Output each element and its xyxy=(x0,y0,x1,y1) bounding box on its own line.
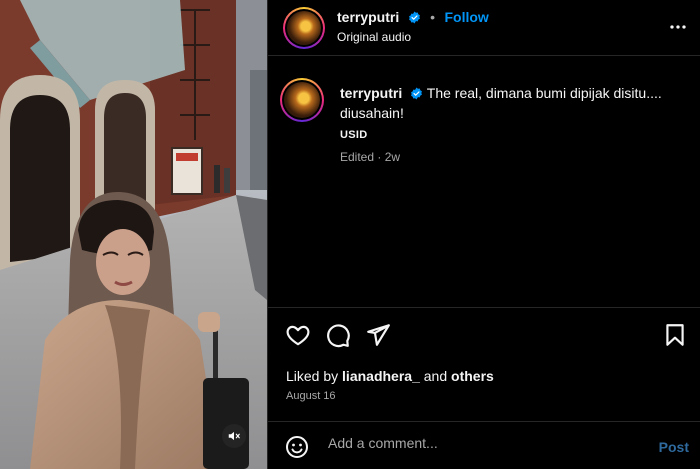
verified-badge-icon xyxy=(408,11,420,24)
caption-tag: USID xyxy=(340,129,368,141)
caption-meta: Edited · 2w xyxy=(340,150,400,164)
caption-username[interactable]: terryputri xyxy=(340,85,402,101)
edited-label: Edited xyxy=(340,150,375,164)
separator-dot: • xyxy=(430,9,436,25)
post-details-panel: terryputri • Follow Original audio terry… xyxy=(267,0,700,469)
post-comment-button[interactable]: Post xyxy=(659,439,689,455)
comment-input[interactable] xyxy=(328,435,628,451)
likes-summary: Liked by lianadhera_ and others xyxy=(286,368,494,384)
post-media-video[interactable] xyxy=(0,0,267,469)
liked-by-others-link[interactable]: others xyxy=(451,368,494,384)
comment-bar: Post xyxy=(268,422,700,469)
paper-plane-icon[interactable] xyxy=(365,322,391,348)
heart-icon[interactable] xyxy=(285,322,311,348)
follow-button[interactable]: Follow xyxy=(445,9,489,25)
liked-by-and: and xyxy=(423,368,448,384)
divider xyxy=(268,307,700,308)
emoji-icon[interactable] xyxy=(285,435,309,459)
author-line: terryputri • Follow xyxy=(337,9,489,27)
video-frame-image xyxy=(0,0,267,469)
more-options-icon[interactable] xyxy=(669,18,687,36)
bookmark-icon[interactable] xyxy=(662,322,688,348)
mute-toggle-button[interactable] xyxy=(222,424,246,448)
post-age[interactable]: 2w xyxy=(385,150,400,164)
author-avatar[interactable] xyxy=(283,7,325,49)
audio-link[interactable]: Original audio xyxy=(337,30,411,44)
caption-avatar[interactable] xyxy=(280,78,324,122)
speaker-muted-icon xyxy=(228,431,240,441)
post-actions xyxy=(285,322,391,348)
author-username[interactable]: terryputri xyxy=(337,9,399,25)
post-caption: terryputri The real, dimana bumi dipijak… xyxy=(340,83,680,145)
comment-bubble-icon[interactable] xyxy=(325,322,351,348)
meta-dot: · xyxy=(377,150,385,164)
post-header: terryputri • Follow Original audio xyxy=(268,0,700,56)
liked-by-prefix: Liked by xyxy=(286,368,339,384)
liked-by-user-link[interactable]: lianadhera_ xyxy=(342,368,420,384)
verified-badge-icon xyxy=(411,87,423,100)
post-date[interactable]: August 16 xyxy=(286,390,336,402)
